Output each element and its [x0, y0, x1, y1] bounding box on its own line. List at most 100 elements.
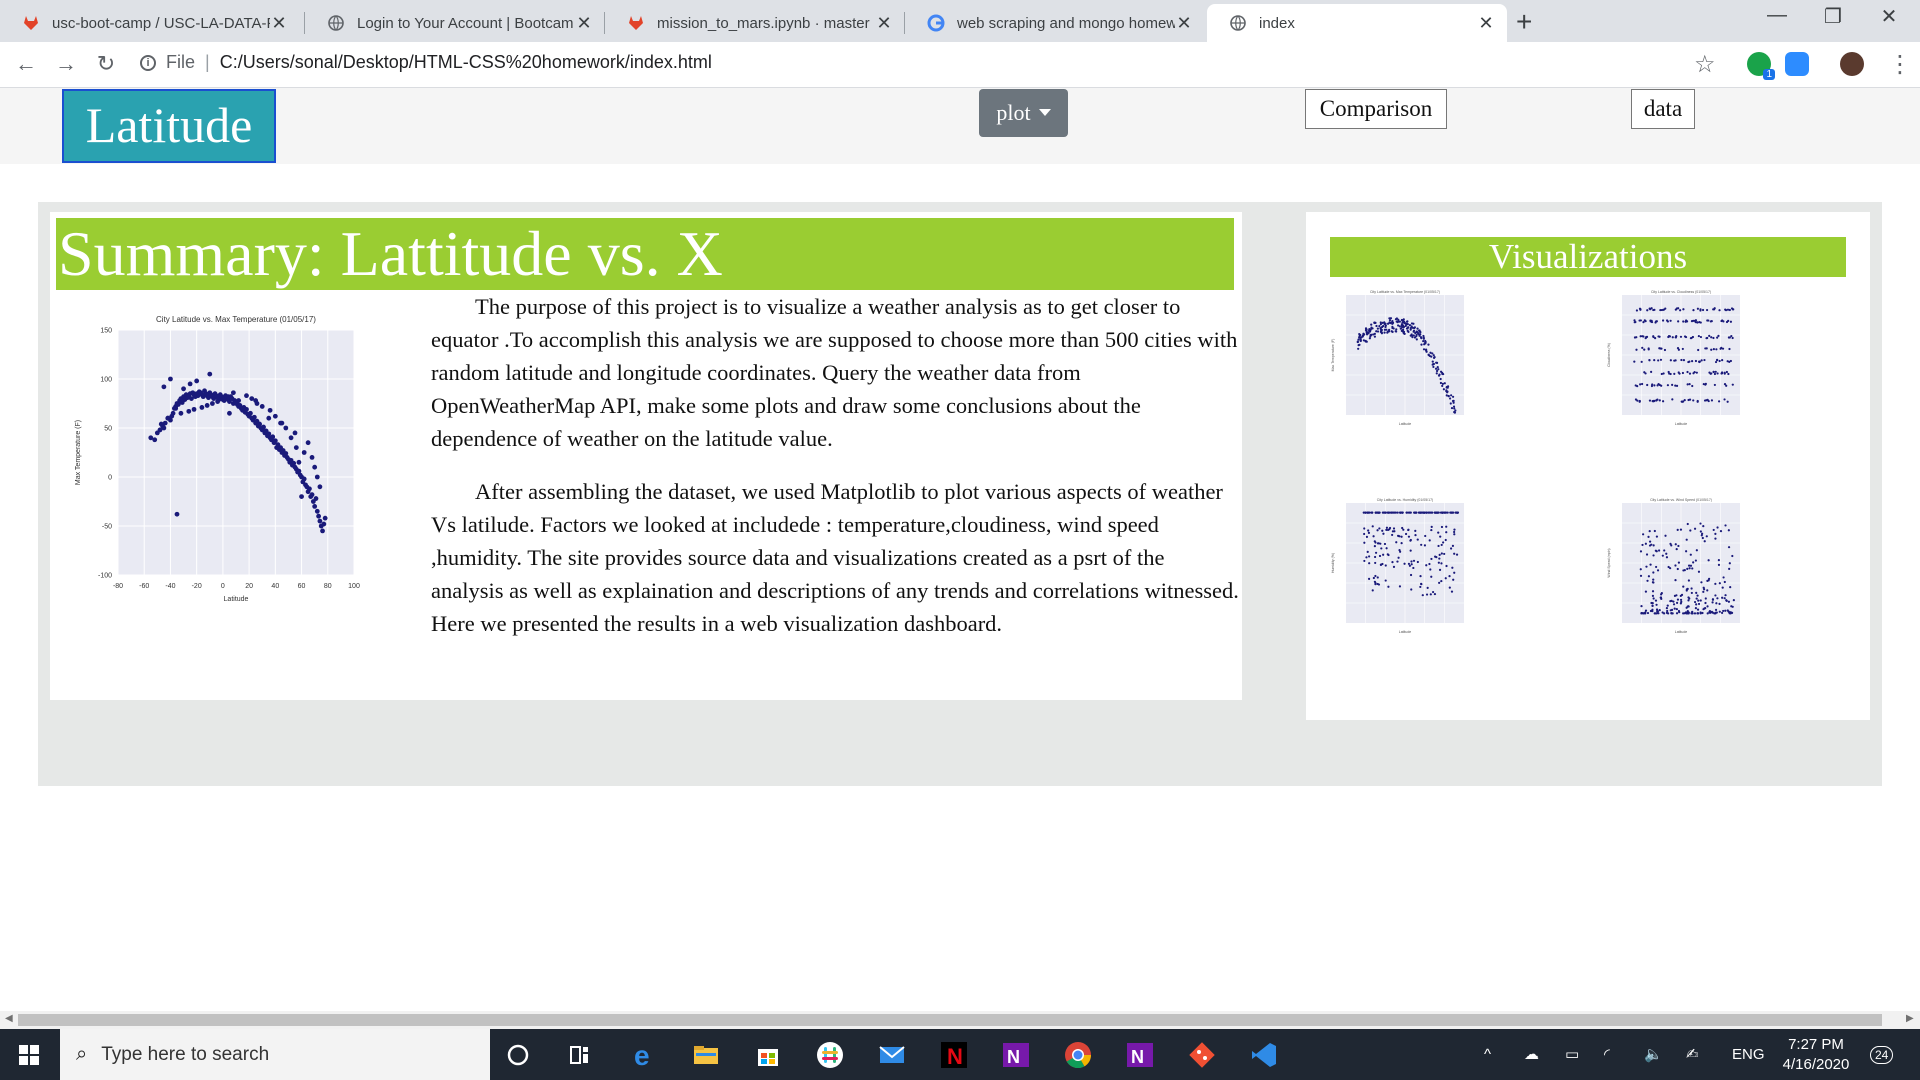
vscode-icon[interactable] — [1248, 1039, 1280, 1071]
svg-text:e: e — [634, 1040, 650, 1071]
thumbnail-temperature-chart[interactable]: City Latitude vs. Max Temperature (01/05… — [1326, 285, 1506, 465]
data-point — [1411, 336, 1414, 339]
netflix-icon[interactable]: N — [938, 1039, 970, 1071]
data-point — [1651, 581, 1655, 584]
show-hidden-icons[interactable]: ^ — [1484, 1029, 1491, 1080]
close-window-icon[interactable]: ✕ — [1866, 4, 1912, 29]
summary-panel: Summary: Lattitude vs. X -80 -60 -40 -20 0 20… — [50, 212, 1242, 700]
zoom-extension-icon[interactable] — [1785, 52, 1809, 76]
notifications-icon[interactable]: 24 — [1870, 1029, 1894, 1080]
forward-arrow-icon[interactable]: → — [52, 50, 80, 78]
data-point — [1639, 574, 1643, 577]
data-point — [1449, 402, 1452, 405]
battery-icon[interactable]: ▭ — [1565, 1029, 1579, 1080]
bookmark-star-icon[interactable]: ☆ — [1694, 50, 1716, 79]
plot-dropdown-button[interactable]: plot — [979, 89, 1068, 137]
close-tab-icon[interactable]: ✕ — [575, 13, 593, 34]
data-point — [1405, 320, 1409, 323]
back-arrow-icon[interactable]: ← — [12, 50, 40, 78]
onenote-icon[interactable]: N — [1124, 1039, 1156, 1071]
data-point — [1703, 358, 1706, 362]
site-navbar: Latitude plot Comparison data — [0, 88, 1920, 164]
close-tab-icon[interactable]: ✕ — [1175, 13, 1193, 34]
data-point — [1410, 560, 1413, 563]
data-point — [1381, 529, 1384, 532]
data-point — [1714, 532, 1717, 535]
edge-icon[interactable]: e — [628, 1039, 660, 1071]
brand-link[interactable]: Latitude — [62, 89, 276, 163]
taskbar-clock[interactable]: 7:27 PM 4/16/2020 — [1773, 1035, 1859, 1075]
thumbnail-humidity-chart[interactable]: City Latitude vs. Humidity (01/05/17) Lat… — [1326, 493, 1506, 673]
y-axis-label: Wind Speed (mph) — [1607, 548, 1611, 577]
thumbnail-wind-speed-chart[interactable]: City Latitude vs. Wind Speed (01/05/17) L… — [1602, 493, 1782, 673]
scroll-right-icon[interactable]: ▶ — [1906, 1013, 1914, 1024]
data-point — [1373, 321, 1376, 324]
slack-icon[interactable] — [814, 1039, 846, 1071]
extension-icon[interactable]: 1 — [1747, 52, 1775, 80]
chrome-menu-icon[interactable]: ⋮ — [1888, 50, 1912, 79]
git-icon[interactable] — [1186, 1039, 1218, 1071]
onenote-icon[interactable]: N — [1000, 1039, 1032, 1071]
onedrive-icon[interactable]: ☁ — [1524, 1029, 1539, 1080]
url-text[interactable]: C:/Users/sonal/Desktop/HTML-CSS%20homewo… — [220, 52, 712, 73]
data-point — [1713, 372, 1717, 376]
data-point — [1382, 324, 1385, 328]
data-point — [1682, 612, 1685, 615]
comparison-link[interactable]: Comparison — [1305, 89, 1447, 129]
address-bar[interactable]: i File | C:/Users/sonal/Desktop/HTML-CSS… — [140, 52, 712, 73]
data-point — [1413, 326, 1416, 330]
tab-gitlab-repo[interactable]: usc-boot-camp / USC-LA-DATA-F ✕ — [0, 4, 300, 42]
reload-icon[interactable]: ↻ — [92, 50, 120, 78]
close-tab-icon[interactable]: ✕ — [1477, 13, 1495, 34]
data-point — [1717, 400, 1721, 403]
profile-avatar[interactable] — [1840, 52, 1864, 76]
tab-index[interactable]: index ✕ — [1207, 4, 1507, 42]
globe-icon — [1230, 15, 1246, 31]
data-point — [1644, 609, 1648, 612]
tab-google-search[interactable]: web scraping and mongo homew ✕ — [905, 4, 1205, 42]
data-point — [1711, 598, 1715, 601]
language-indicator[interactable]: ENG — [1732, 1029, 1765, 1080]
file-explorer-icon[interactable] — [690, 1039, 722, 1071]
data-point — [240, 406, 245, 411]
mail-icon[interactable] — [876, 1039, 908, 1071]
cortana-icon[interactable] — [502, 1039, 534, 1071]
y-tick-label: 0 — [108, 475, 112, 482]
data-point — [1725, 599, 1728, 602]
chrome-icon[interactable] — [1062, 1039, 1094, 1071]
taskbar-search-box[interactable]: ⌕ Type here to search — [60, 1029, 490, 1080]
data-point — [1714, 594, 1717, 597]
thumbnail-cloudiness-chart[interactable]: City Latitude vs. Cloudiness (01/05/17) L… — [1602, 285, 1782, 465]
tab-mission-to-mars[interactable]: mission_to_mars.ipynb · master · ✕ — [605, 4, 905, 42]
data-point — [1389, 317, 1393, 320]
store-icon[interactable] — [752, 1039, 784, 1071]
data-point — [322, 515, 328, 521]
pen-icon[interactable]: ✍ — [1686, 1029, 1699, 1080]
tab-bootcamp-login[interactable]: Login to Your Account | Bootcam ✕ — [305, 4, 605, 42]
scrollbar-thumb[interactable] — [18, 1014, 1882, 1026]
data-point — [1658, 609, 1661, 612]
data-point — [1432, 356, 1436, 359]
data-point — [1440, 562, 1443, 565]
close-tab-icon[interactable]: ✕ — [270, 13, 288, 34]
volume-icon[interactable]: 🔈 — [1644, 1029, 1663, 1080]
data-point — [1378, 527, 1381, 530]
data-point — [1724, 308, 1727, 311]
data-point — [312, 504, 318, 509]
restore-icon[interactable]: ❐ — [1810, 4, 1856, 29]
horizontal-scrollbar[interactable]: ◀ ▶ — [0, 1011, 1920, 1029]
data-point — [1406, 327, 1409, 330]
new-tab-button[interactable]: + — [1516, 6, 1532, 38]
data-link[interactable]: data — [1631, 89, 1695, 129]
data-point — [1378, 511, 1381, 514]
minimize-icon[interactable]: — — [1754, 4, 1800, 27]
close-tab-icon[interactable]: ✕ — [875, 13, 893, 34]
data-point — [1445, 389, 1448, 392]
info-icon[interactable]: i — [140, 54, 156, 71]
data-point — [1704, 597, 1707, 600]
windows-start-icon[interactable] — [0, 1029, 60, 1080]
wifi-icon[interactable]: ◜ — [1604, 1029, 1610, 1080]
scroll-left-icon[interactable]: ◀ — [5, 1013, 13, 1024]
task-view-icon[interactable] — [564, 1039, 596, 1071]
data-point — [1729, 586, 1732, 589]
